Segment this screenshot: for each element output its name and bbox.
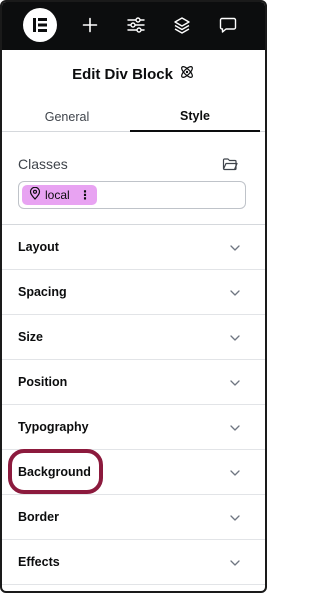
- section-spacing[interactable]: Spacing: [2, 270, 265, 315]
- chevron-down-icon: [230, 290, 240, 296]
- chevron-down-icon: [230, 380, 240, 386]
- chevron-down-icon: [230, 425, 240, 431]
- folder-icon[interactable]: [222, 156, 238, 172]
- tab-general[interactable]: General: [12, 102, 122, 132]
- classes-label: Classes: [18, 156, 68, 172]
- page-title: Edit Div Block: [72, 65, 173, 83]
- section-layout[interactable]: Layout: [2, 225, 265, 270]
- chevron-down-icon: [230, 335, 240, 341]
- atom-icon: [179, 64, 195, 84]
- tab-style[interactable]: Style: [130, 102, 260, 132]
- panel-header: Edit Div Block: [2, 62, 265, 86]
- section-label: Position: [18, 375, 68, 389]
- section-position[interactable]: Position: [2, 360, 265, 405]
- section-label: Effects: [18, 555, 60, 569]
- section-size[interactable]: Size: [2, 315, 265, 360]
- classes-field[interactable]: local ⋮: [18, 181, 246, 209]
- map-pin-icon: [29, 186, 41, 203]
- section-label: Background: [18, 465, 91, 479]
- section-border[interactable]: Border: [2, 495, 265, 540]
- style-sections: Layout Spacing Size Position Typography …: [2, 225, 265, 585]
- section-effects[interactable]: Effects: [2, 540, 265, 585]
- class-chip[interactable]: local ⋮: [22, 185, 97, 205]
- plus-icon[interactable]: [77, 12, 103, 38]
- chevron-down-icon: [230, 515, 240, 521]
- chevron-down-icon: [230, 470, 240, 476]
- panel-tabs: General Style: [2, 102, 265, 132]
- section-label: Border: [18, 510, 59, 524]
- elementor-logo-icon[interactable]: [23, 8, 57, 42]
- section-label: Typography: [18, 420, 89, 434]
- comment-icon[interactable]: [215, 12, 241, 38]
- class-chip-label: local: [45, 188, 70, 202]
- layers-icon[interactable]: [169, 12, 195, 38]
- section-typography[interactable]: Typography: [2, 405, 265, 450]
- section-label: Layout: [18, 240, 59, 254]
- more-vertical-icon[interactable]: ⋮: [79, 188, 91, 202]
- section-background[interactable]: Background: [2, 450, 265, 495]
- section-label: Spacing: [18, 285, 67, 299]
- top-toolbar: [2, 2, 265, 50]
- editor-panel: Edit Div Block General Style Classes loc…: [0, 0, 267, 593]
- section-label: Size: [18, 330, 44, 344]
- chevron-down-icon: [230, 560, 240, 566]
- sliders-icon[interactable]: [123, 12, 149, 38]
- chevron-down-icon: [230, 245, 240, 251]
